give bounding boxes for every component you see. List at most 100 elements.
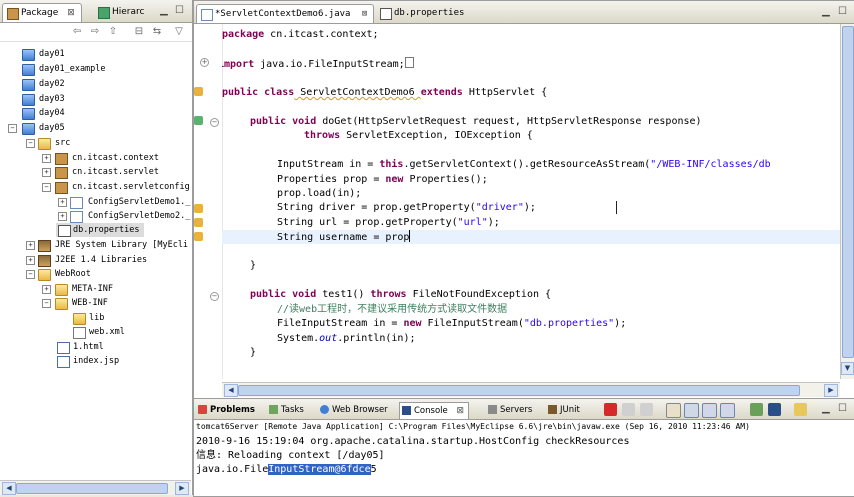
terminate-icon[interactable]	[604, 403, 617, 416]
tree-item-package-servlet[interactable]: + cn.itcast.servlet	[42, 165, 159, 179]
scroll-right-icon[interactable]: ▶	[824, 384, 838, 397]
back-icon[interactable]: ⇦	[70, 25, 84, 39]
scroll-right-icon[interactable]: ▶	[175, 482, 189, 495]
maximize-icon[interactable]: ☐	[175, 5, 184, 16]
tree-item-index-jsp[interactable]: index.jsp	[57, 354, 119, 368]
folded-code-icon[interactable]	[404, 57, 414, 68]
view-menu-icon[interactable]: ▽	[172, 25, 186, 39]
junit-icon	[548, 405, 557, 414]
maximize-icon[interactable]: ☐	[838, 403, 847, 414]
collapse-toggle-icon[interactable]: −	[8, 124, 17, 133]
pin-console-icon[interactable]	[750, 403, 763, 416]
minimize-icon[interactable]: ▁	[822, 403, 830, 414]
tree-item-day01[interactable]: day01	[22, 47, 65, 61]
maximize-icon[interactable]: ☐	[838, 6, 847, 17]
tree-item-configservletdemo1[interactable]: + ConfigServletDemo1._	[58, 195, 190, 209]
tab-package-label: Package	[21, 8, 59, 18]
folder-icon	[22, 49, 35, 61]
library-icon	[38, 255, 51, 267]
tab-tasks[interactable]: Tasks	[267, 402, 308, 418]
expand-toggle-icon[interactable]: +	[26, 241, 35, 250]
scroll-down-icon[interactable]: ▼	[841, 362, 854, 375]
scroll-thumb[interactable]	[842, 26, 854, 358]
expand-toggle-icon[interactable]: +	[42, 154, 51, 163]
collapse-toggle-icon[interactable]: −	[42, 299, 51, 308]
tree-item-web-inf[interactable]: − WEB-INF	[42, 296, 108, 310]
tab-console[interactable]: Console ⊠	[399, 402, 469, 419]
tree-item-configservletdemo2[interactable]: + ConfigServletDemo2._	[58, 209, 190, 223]
scroll-thumb[interactable]	[16, 483, 168, 494]
folder-icon	[55, 298, 68, 310]
tab-servletcontextdemo6[interactable]: *ServletContextDemo6.java ⊠	[196, 4, 375, 23]
collapse-toggle-icon[interactable]: −	[42, 183, 51, 192]
tab-web-browser[interactable]: Web Browser	[318, 402, 392, 418]
expand-toggle-icon[interactable]: +	[58, 198, 67, 207]
tree-item-webroot[interactable]: − WebRoot	[26, 267, 91, 281]
tree-item-j2ee-libraries[interactable]: + J2EE 1.4 Libraries	[26, 253, 147, 267]
tree-item-db-properties[interactable]: db.properties	[56, 223, 144, 237]
tab-servers[interactable]: Servers	[486, 402, 536, 418]
tree-item-day02[interactable]: day02	[22, 77, 65, 91]
tree-item-day04[interactable]: day04	[22, 106, 65, 120]
scroll-thumb[interactable]	[238, 385, 800, 396]
tree-item-web-xml[interactable]: web.xml	[73, 325, 125, 339]
expand-toggle-icon[interactable]: +	[42, 285, 51, 294]
code-area[interactable]: package cn.itcast.context; import java.i…	[222, 24, 840, 379]
tab-hierarchy[interactable]: Hierarc	[94, 3, 150, 21]
close-icon[interactable]: ⊠	[362, 9, 367, 19]
tree-item-package-context[interactable]: + cn.itcast.context	[42, 151, 159, 165]
collapse-toggle-icon[interactable]: −	[26, 270, 35, 279]
show-stdout-icon[interactable]	[702, 403, 717, 418]
remove-launch-icon[interactable]	[622, 403, 635, 416]
minimize-icon[interactable]: ▁	[822, 6, 830, 17]
tab-package-explorer[interactable]: Package ⊠	[2, 3, 82, 22]
tree-item-day03[interactable]: day03	[22, 92, 65, 106]
forward-icon[interactable]: ⇨	[88, 25, 102, 39]
display-console-icon[interactable]	[768, 403, 781, 416]
servers-icon	[488, 405, 497, 414]
expand-toggle-icon[interactable]: +	[58, 212, 67, 221]
minimize-icon[interactable]: ▁	[160, 5, 168, 16]
warning-marker-icon[interactable]	[194, 218, 203, 227]
tab-junit[interactable]: JUnit	[546, 402, 584, 418]
open-console-icon[interactable]	[794, 403, 807, 416]
tree-item-day01-example[interactable]: day01_example	[22, 62, 106, 76]
console-output-line[interactable]: java.io.FileInputStream@6fdce5	[196, 463, 377, 477]
scroll-left-icon[interactable]: ◀	[2, 482, 16, 495]
editor-vertical-scrollbar[interactable]: ▼	[840, 24, 854, 379]
tree-item-package-servletconfig[interactable]: − cn.itcast.servletconfig	[42, 180, 190, 194]
expand-fold-icon[interactable]: +	[200, 58, 209, 67]
clear-console-icon[interactable]	[666, 403, 681, 418]
expand-toggle-icon[interactable]: +	[26, 256, 35, 265]
warning-marker-icon[interactable]	[194, 232, 203, 241]
tree-item-jre-library[interactable]: + JRE System Library [MyEcli	[26, 238, 188, 252]
explorer-horizontal-scrollbar[interactable]: ◀ ▶	[0, 480, 191, 495]
collapse-all-icon[interactable]: ⊟	[132, 25, 146, 39]
warning-marker-icon[interactable]	[194, 87, 203, 96]
remove-all-icon[interactable]	[640, 403, 653, 416]
scroll-left-icon[interactable]: ◀	[224, 384, 238, 397]
collapse-fold-icon[interactable]: −	[210, 292, 219, 301]
show-stderr-icon[interactable]	[720, 403, 735, 418]
editor-horizontal-scrollbar[interactable]: ◀ ▶	[222, 382, 840, 397]
tree-item-day05[interactable]: − day05	[8, 121, 65, 135]
tree-item-meta-inf[interactable]: + META-INF	[42, 282, 113, 296]
tree-item-src[interactable]: − src	[26, 136, 70, 150]
collapse-toggle-icon[interactable]: −	[26, 139, 35, 148]
tab-db-properties[interactable]: db.properties	[376, 4, 470, 22]
scroll-lock-icon[interactable]	[684, 403, 699, 418]
override-marker-icon[interactable]	[194, 116, 203, 125]
selected-output-text[interactable]: InputStream@6fdce	[268, 464, 371, 475]
warning-marker-icon[interactable]	[194, 204, 203, 213]
close-icon[interactable]: ⊠	[456, 406, 464, 416]
close-icon[interactable]: ⊠	[67, 8, 75, 18]
tab-problems[interactable]: Problems	[196, 402, 259, 418]
expand-toggle-icon[interactable]: +	[42, 168, 51, 177]
tree-item-lib[interactable]: lib	[73, 311, 104, 325]
up-icon[interactable]: ⇧	[106, 25, 120, 39]
console-icon	[402, 406, 411, 415]
tab-servletcontextdemo6-label: *ServletContextDemo6.java	[215, 9, 351, 19]
tree-item-1-html[interactable]: 1.html	[57, 340, 104, 354]
link-editor-icon[interactable]: ⇆	[150, 25, 164, 39]
collapse-fold-icon[interactable]: −	[210, 118, 219, 127]
